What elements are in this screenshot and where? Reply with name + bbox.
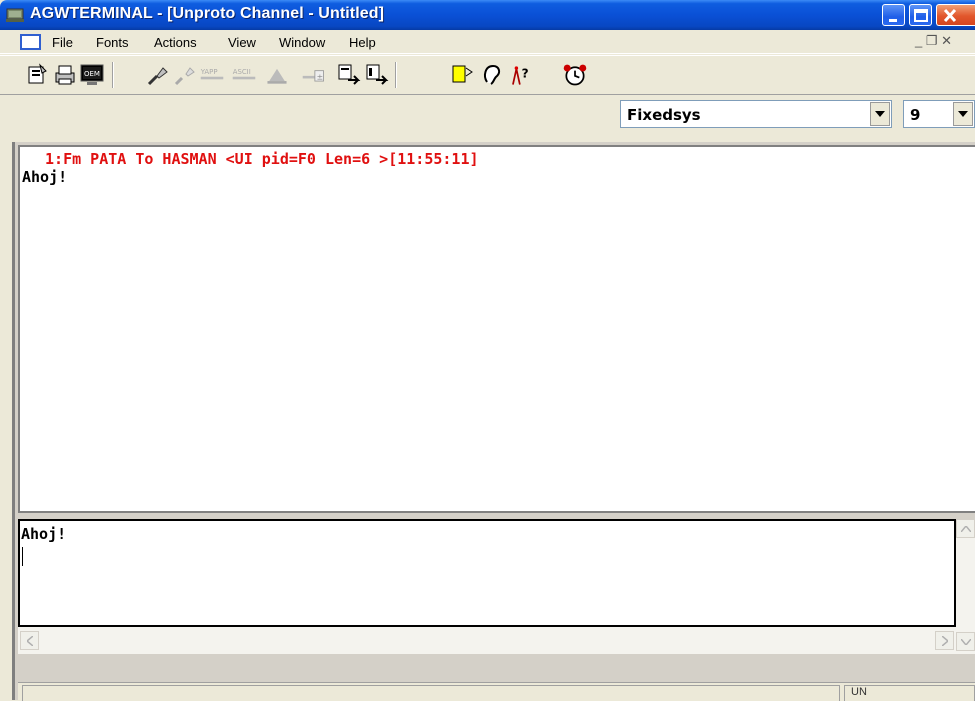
close-button[interactable]: [936, 4, 975, 26]
scroll-left-button[interactable]: [20, 631, 39, 650]
receive-file-icon: ±: [302, 70, 324, 82]
minimize-button[interactable]: [882, 4, 905, 26]
capture-file-icon: [366, 64, 389, 85]
plug-connect-icon: [147, 67, 168, 86]
oem-button[interactable]: OEM: [79, 62, 105, 88]
chevron-up-icon: [960, 525, 971, 532]
send-file-button[interactable]: [336, 62, 362, 88]
ear-icon: [484, 64, 501, 85]
yapp-button[interactable]: YAPP: [199, 62, 225, 88]
menu-actions[interactable]: Actions: [154, 35, 197, 50]
yapp-icon: YAPP: [200, 68, 224, 80]
monitor-output-pane[interactable]: 1:Fm PATA To HASMAN <UI pid=F0 Len=6 >[1…: [18, 145, 975, 513]
status-bar: UN: [18, 682, 975, 701]
chevron-left-icon: [26, 635, 33, 646]
mdi-window-controls[interactable]: _ ❐ ✕: [915, 33, 975, 51]
ascii-label: ASCII: [233, 68, 251, 76]
oem-label: OEM: [84, 70, 100, 78]
chevron-down-icon: [958, 111, 968, 117]
toolbar-separator: [395, 62, 397, 88]
monitor-listen-button[interactable]: [479, 62, 505, 88]
radio-tower-icon: ?: [512, 66, 529, 85]
horizontal-scrollbar[interactable]: [18, 627, 956, 654]
transmit-input-pane[interactable]: Ahoj!: [18, 519, 956, 627]
bell-button[interactable]: [264, 62, 290, 88]
bell-icon: [267, 68, 287, 84]
font-family-select[interactable]: Fixedsys: [620, 100, 892, 128]
properties-button[interactable]: [25, 62, 51, 88]
font-size-value: 9: [910, 106, 921, 124]
printer-icon: [55, 65, 75, 85]
minimize-icon: [889, 19, 897, 22]
chevron-right-icon: [941, 635, 948, 646]
flag-button[interactable]: [449, 62, 475, 88]
send-file-icon: [338, 64, 361, 85]
toolbar: OEM YAPP ASCII ± ?: [0, 55, 975, 95]
alarm-clock-button[interactable]: [562, 62, 588, 88]
received-text: Ahoj!: [22, 168, 68, 186]
scroll-down-button[interactable]: [956, 632, 975, 651]
scroll-right-button[interactable]: [935, 631, 954, 650]
menu-bar: File Fonts Actions View Window Help _ ❐ …: [0, 30, 975, 54]
receive-file-button[interactable]: ±: [301, 62, 327, 88]
menu-fonts[interactable]: Fonts: [96, 35, 129, 50]
scroll-up-button[interactable]: [956, 519, 975, 538]
chevron-down-icon: [875, 111, 885, 117]
frame-header-line: 1:Fm PATA To HASMAN <UI pid=F0 Len=6 >[1…: [36, 150, 479, 168]
font-dropdown-button[interactable]: [870, 102, 890, 126]
disconnect-button[interactable]: [172, 62, 198, 88]
menu-window[interactable]: Window: [279, 35, 325, 50]
connect-button[interactable]: [145, 62, 171, 88]
font-family-value: Fixedsys: [627, 106, 701, 124]
transmit-text: Ahoj!: [21, 525, 67, 543]
chevron-down-icon: [960, 638, 971, 645]
capture-file-button[interactable]: [364, 62, 390, 88]
mdi-child-icon[interactable]: [20, 34, 41, 50]
maximize-button[interactable]: [909, 4, 932, 26]
maximize-icon: [914, 9, 928, 22]
menu-file[interactable]: File: [52, 35, 73, 50]
status-mode-field: UN: [844, 685, 975, 701]
font-size-select[interactable]: 9: [903, 100, 975, 128]
menu-help[interactable]: Help: [349, 35, 376, 50]
svg-text:?: ?: [522, 67, 529, 81]
properties-icon: [28, 63, 47, 84]
plug-disconnect-icon: [174, 67, 195, 86]
radio-tower-button[interactable]: ?: [506, 62, 532, 88]
svg-text:±: ±: [317, 72, 324, 81]
close-icon: [943, 8, 957, 23]
size-dropdown-button[interactable]: [953, 102, 973, 126]
vertical-scrollbar[interactable]: [956, 519, 975, 654]
alarm-clock-icon: [563, 64, 587, 86]
oem-monitor-icon: OEM: [80, 64, 104, 85]
text-caret: [22, 547, 23, 566]
status-message-field: [22, 685, 840, 701]
print-button[interactable]: [52, 62, 78, 88]
menu-view[interactable]: View: [228, 35, 256, 50]
window-title: AGWTERMINAL - [Unproto Channel - Untitle…: [30, 5, 385, 22]
ascii-icon: ASCII: [232, 68, 256, 80]
toolbar-separator: [112, 62, 114, 88]
terminal-app-icon[interactable]: [6, 7, 24, 23]
yapp-label: YAPP: [200, 68, 218, 76]
flag-icon: [452, 65, 473, 83]
ascii-button[interactable]: ASCII: [231, 62, 257, 88]
